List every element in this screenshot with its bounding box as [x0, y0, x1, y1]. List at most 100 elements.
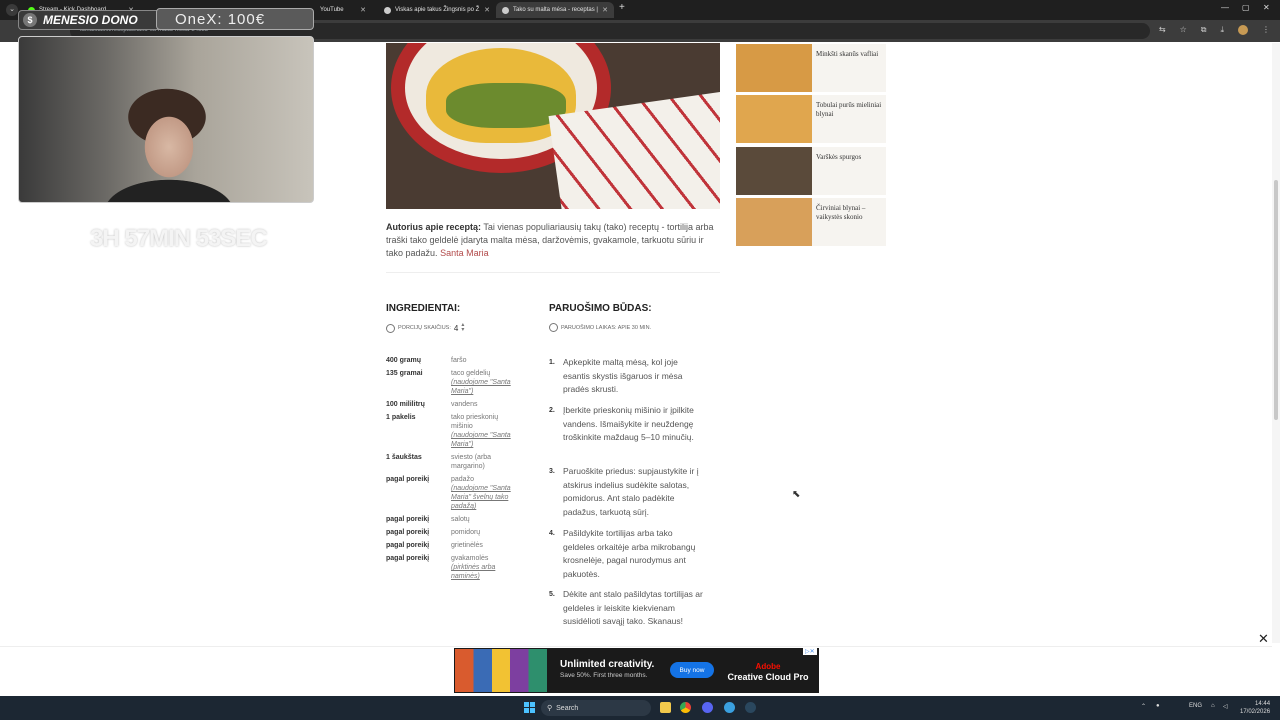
ingredient-name: vandens	[451, 400, 521, 409]
adchoices-icon[interactable]: ▷✕	[803, 648, 817, 655]
ingredient-name: salotų	[451, 515, 521, 524]
portions-control: PORCIJŲ SKAIČIUS: 4 ▴ ▾	[386, 322, 464, 333]
step-number: 1.	[549, 359, 555, 366]
browser-menu-icon[interactable]: ⋮	[1262, 25, 1270, 35]
step-text: Pašildykite tortilijas arba tako geldele…	[563, 528, 696, 579]
translate-icon[interactable]: ⇆	[1159, 25, 1166, 35]
ingredient-note[interactable]: (pirktinės arba naminės)	[451, 564, 495, 580]
ingredient-name-text: gvakamolės	[451, 555, 489, 562]
ingredient-name-text: vandens	[451, 401, 478, 408]
related-recipe-thumbnail[interactable]	[736, 147, 812, 195]
onex-label: OneX: 100€	[175, 10, 266, 28]
ingredient-name-text: tako prieskonių mišinio	[451, 414, 499, 430]
related-recipe-thumbnail[interactable]	[736, 44, 812, 92]
taskbar-clock[interactable]: 14:44 17/02/2026	[1240, 700, 1270, 716]
dollar-icon: $	[23, 13, 37, 27]
network-icon[interactable]: ⌂	[1211, 703, 1215, 709]
related-recipe-card[interactable]: Minkšti skanūs vafliai	[736, 44, 886, 92]
tab-viskas-apie-takus[interactable]: Viskas apie takus Žingsnis po Ž ✕	[378, 2, 496, 18]
related-recipe-thumbnail[interactable]	[736, 95, 812, 143]
related-recipe-title[interactable]: Varškės spurgos	[816, 153, 884, 162]
step-number: 3.	[549, 468, 555, 475]
author-link[interactable]: Santa Maria	[440, 248, 489, 258]
step-text: Dėkite ant stalo pašildytas tortilijas a…	[563, 589, 703, 626]
ingredients-heading: INGREDIENTAI:	[386, 303, 461, 314]
onex-goal-banner: OneX: 100€	[156, 8, 314, 30]
extensions-icon[interactable]: ⧉	[1201, 25, 1207, 35]
language-indicator[interactable]: ENG	[1189, 703, 1202, 709]
ingredient-quantity: pagal poreikį	[386, 555, 430, 562]
related-recipe-card[interactable]: Tobulai purūs mieliniai blynai	[736, 95, 886, 143]
app-icon[interactable]	[724, 702, 735, 713]
step-number: 2.	[549, 407, 555, 414]
ad-buy-button[interactable]: Buy now	[670, 662, 714, 678]
search-icon: ⚲	[547, 705, 553, 712]
portions-label: PORCIJŲ SKAIČIUS:	[398, 325, 451, 331]
new-tab-button[interactable]: +	[619, 2, 625, 13]
ingredient-name: taco geldelių (naudojome "Santa Maria")	[451, 369, 521, 396]
bookmark-star-icon[interactable]: ☆	[1180, 25, 1187, 35]
ingredient-note[interactable]: (naudojome "Santa Maria")	[451, 432, 511, 448]
ad-headline: Unlimited creativity.	[560, 659, 655, 670]
step-text: Paruoškite priedus: supjaustykite ir į a…	[563, 466, 699, 517]
author-note-label: Autorius apie receptą:	[386, 222, 482, 232]
close-tab-icon[interactable]: ✕	[484, 6, 490, 14]
related-recipe-card[interactable]: Varškės spurgos	[736, 147, 886, 195]
tab-menu-icon[interactable]: ⌄	[6, 4, 18, 16]
close-tab-icon[interactable]: ✕	[602, 6, 608, 14]
ingredient-quantity: 1 pakelis	[386, 414, 416, 421]
ingredient-note[interactable]: (naudojome "Santa Maria" švelnų tako pad…	[451, 485, 511, 510]
tray-app-icon[interactable]: ●	[1156, 703, 1160, 709]
portions-icon	[386, 323, 395, 333]
minimize-window-icon[interactable]: —	[1221, 3, 1229, 12]
ingredient-note[interactable]: (naudojome "Santa Maria")	[451, 379, 511, 395]
step-text: Įberkite prieskonių mišinio ir įpilkite …	[563, 405, 694, 442]
webcam-feed	[18, 36, 314, 203]
clock-icon	[549, 323, 558, 332]
maximize-window-icon[interactable]: ▢	[1242, 3, 1250, 12]
dono-label: MENESIO DONO	[43, 13, 138, 27]
recipe-hero-image	[386, 43, 720, 209]
tab-tako-su-malta-mesa[interactable]: Tako su malta mėsa - receptas | ✕	[496, 2, 614, 18]
close-tab-icon[interactable]: ✕	[360, 6, 366, 14]
tray-chevron-icon[interactable]: ⌃	[1141, 703, 1146, 710]
page-favicon-icon	[502, 6, 509, 14]
portions-stepper-icon[interactable]: ▴ ▾	[461, 322, 464, 333]
ingredient-quantity: 1 šaukštas	[386, 454, 422, 461]
toolbar-icons: ⇆ ☆ ⧉ ⤓ ⋮	[1159, 25, 1270, 35]
ingredient-name: sviesto (arba margarino)	[451, 453, 521, 471]
related-recipe-title[interactable]: Minkšti skanūs vafliai	[816, 50, 884, 59]
close-window-icon[interactable]: ✕	[1263, 3, 1270, 12]
file-explorer-icon[interactable]	[660, 702, 671, 713]
ad-collage-image	[455, 649, 547, 692]
ingredient-quantity: pagal poreikį	[386, 529, 430, 536]
ad-close-button[interactable]: ✕	[1258, 631, 1269, 647]
scrollbar-thumb[interactable]	[1274, 180, 1278, 420]
related-recipe-title[interactable]: Čirviniai blynai – vaikystės skonio	[816, 204, 884, 222]
discord-icon[interactable]	[702, 702, 713, 713]
steam-icon[interactable]	[745, 702, 756, 713]
ingredient-name: padažo (naudojome "Santa Maria" švelnų ta…	[451, 475, 521, 511]
ad-brand: Adobe Creative Cloud Pro	[723, 662, 813, 682]
ingredient-name: tako prieskonių mišinio (naudojome "Santa…	[451, 413, 521, 449]
ad-subline: Save 50%. First three months.	[560, 672, 648, 679]
prep-time-label: PARUOŠIMO LAIKAS: APIE 30 MIN.	[561, 324, 652, 331]
related-recipe-card[interactable]: Čirviniai blynai – vaikystės skonio	[736, 198, 886, 246]
volume-icon[interactable]: ◁	[1223, 703, 1228, 710]
portions-value: 4	[453, 323, 459, 333]
ad-brand-bottom: Creative Cloud Pro	[727, 672, 809, 682]
chrome-icon[interactable]	[680, 702, 691, 713]
mouse-cursor-icon: ⬉	[792, 489, 801, 500]
ingredient-name: pomidorų	[451, 528, 521, 537]
stream-timer: 3H 57MIN 53SEC	[90, 225, 268, 252]
step-number: 5.	[549, 591, 555, 598]
related-recipe-thumbnail[interactable]	[736, 198, 812, 246]
taskbar-search[interactable]: ⚲ Search	[541, 700, 651, 716]
start-button-icon[interactable]	[524, 702, 535, 713]
related-recipe-title[interactable]: Tobulai purūs mieliniai blynai	[816, 101, 884, 119]
step-number: 4.	[549, 530, 555, 537]
page-favicon-icon	[384, 6, 391, 14]
profile-avatar[interactable]	[1238, 25, 1248, 35]
ingredient-name-text: taco geldelių	[451, 370, 491, 377]
download-icon[interactable]: ⤓	[1220, 25, 1224, 35]
